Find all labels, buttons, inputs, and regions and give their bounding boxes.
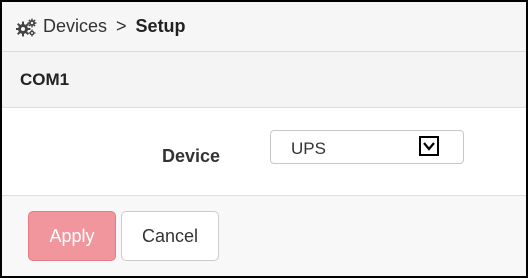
setup-panel: Devices > Setup COM1 Device UPS Apply Ca… — [0, 0, 528, 278]
device-form: Device UPS — [2, 108, 526, 196]
breadcrumb-separator: > — [116, 16, 127, 36]
breadcrumb-devices-link[interactable]: Devices — [43, 16, 107, 37]
device-label: Device — [162, 146, 221, 166]
gears-icon — [15, 17, 38, 37]
cancel-button[interactable]: Cancel — [121, 211, 219, 261]
chevron-down-icon[interactable] — [419, 136, 439, 156]
apply-button[interactable]: Apply — [28, 211, 116, 261]
breadcrumb-current: Setup — [135, 16, 186, 36]
device-select-value: UPS — [291, 139, 326, 158]
form-actions: Apply Cancel — [2, 196, 526, 276]
section-title: COM1 — [2, 52, 526, 108]
breadcrumb: Devices > Setup — [2, 2, 526, 52]
device-select[interactable]: UPS — [270, 130, 464, 164]
